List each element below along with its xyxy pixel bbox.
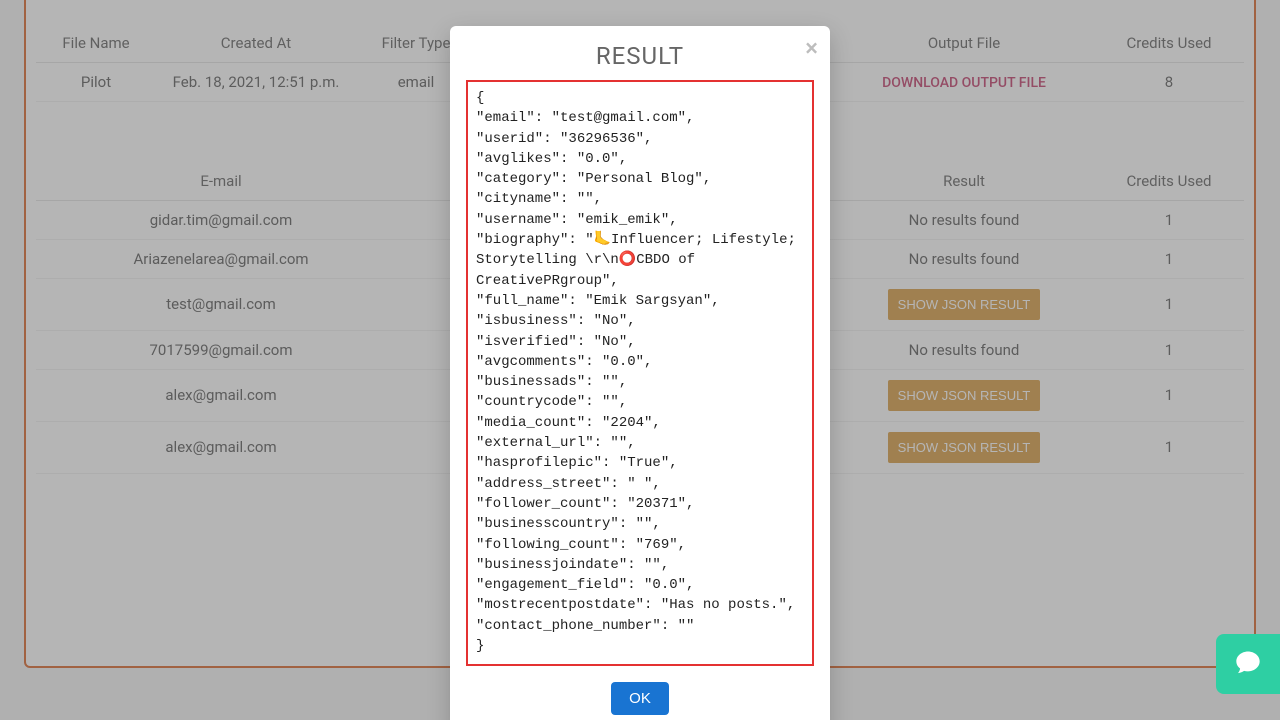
modal-title: RESULT	[466, 42, 814, 70]
chat-icon	[1234, 648, 1262, 680]
result-modal: × RESULT { "email": "test@gmail.com", "u…	[450, 26, 830, 720]
json-result-box: { "email": "test@gmail.com", "userid": "…	[466, 80, 814, 666]
ok-button[interactable]: OK	[611, 682, 669, 715]
chat-fab[interactable]	[1216, 634, 1280, 694]
close-icon[interactable]: ×	[805, 36, 818, 60]
